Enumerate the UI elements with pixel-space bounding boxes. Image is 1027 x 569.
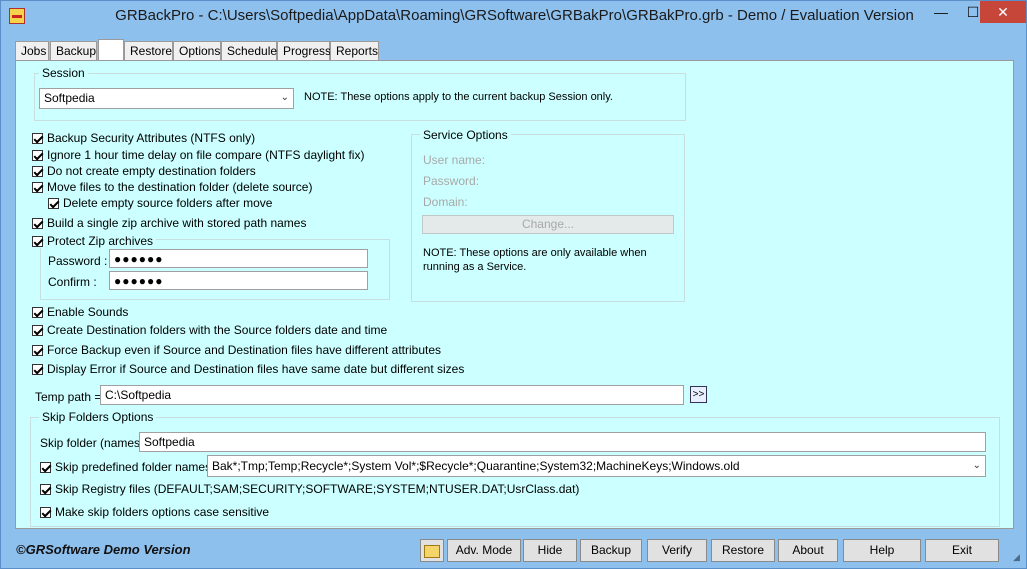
create-dest-date-checkbox[interactable]: Create Destination folders with the Sour… [32, 323, 387, 337]
checkbox-label: Delete empty source folders after move [63, 196, 273, 210]
force-backup-checkbox[interactable]: Force Backup even if Source and Destinat… [32, 343, 441, 357]
backup-button[interactable]: Backup [580, 539, 642, 562]
single-zip-checkbox[interactable]: Build a single zip archive with stored p… [32, 216, 306, 230]
change-service-button[interactable]: Change... [422, 215, 674, 234]
skip-folder-label: Skip folder (names): [40, 436, 148, 450]
skip-group-label: Skip Folders Options [39, 410, 157, 424]
checkbox-checked-icon [32, 324, 43, 336]
checkbox-label: Display Error if Source and Destination … [47, 362, 465, 376]
session-selected-value: Softpedia [44, 91, 95, 105]
checkbox-checked-icon [48, 197, 59, 209]
checkbox-label: Skip predefined folder names: [55, 460, 215, 474]
checkbox-label: Do not create empty destination folders [47, 164, 256, 178]
service-note: NOTE: These options are only available w… [423, 247, 647, 273]
tab-schedule[interactable]: Schedule [221, 41, 277, 60]
tab-options[interactable]: Options [173, 41, 221, 60]
tab-restore[interactable]: Restore [124, 41, 173, 60]
password-label: Password : [48, 254, 108, 268]
delete-empty-source-checkbox[interactable]: Delete empty source folders after move [48, 196, 272, 210]
session-group-label: Session [39, 66, 88, 80]
checkbox-checked-icon [40, 483, 51, 495]
resize-grip-icon[interactable]: ◢ [1013, 552, 1020, 563]
checkbox-label: Ignore 1 hour time delay on file compare… [47, 148, 365, 162]
checkbox-label: Build a single zip archive with stored p… [47, 216, 307, 230]
confirm-label: Confirm : [48, 275, 97, 289]
hide-button[interactable]: Hide [523, 539, 577, 562]
tab-progress[interactable]: Progress [277, 41, 331, 60]
service-group-label: Service Options [420, 128, 511, 142]
checkbox-label: Backup Security Attributes (NTFS only) [47, 131, 256, 145]
checkbox-label: Move files to the destination folder (de… [47, 180, 313, 194]
copyright-label: ©GRSoftware Demo Version [16, 542, 191, 557]
checkbox-checked-icon [32, 306, 43, 318]
checkbox-checked-icon [40, 506, 51, 518]
app-window: GRBackPro - C:\Users\Softpedia\AppData\R… [0, 0, 1027, 569]
checkbox-checked-icon [32, 165, 43, 177]
zip-confirm-field[interactable]: ●●●●●● [109, 271, 368, 290]
tab-jobs[interactable]: Jobs [15, 41, 49, 60]
skip-predefined-select[interactable]: Bak*;Tmp;Temp;Recycle*;System Vol*;$Recy… [207, 455, 986, 477]
temp-path-field[interactable]: C:\Softpedia [100, 385, 684, 405]
enable-sounds-checkbox[interactable]: Enable Sounds [32, 305, 128, 319]
checkbox-checked-icon [32, 132, 43, 144]
help-button[interactable]: Help [843, 539, 921, 562]
title-bar: GRBackPro - C:\Users\Softpedia\AppData\R… [1, 1, 1026, 31]
move-files-checkbox[interactable]: Move files to the destination folder (de… [32, 180, 312, 194]
checkbox-label: Make skip folders options case sensitive [55, 505, 270, 519]
checkbox-checked-icon [32, 235, 43, 247]
about-button[interactable]: About [778, 539, 838, 562]
tab-backup[interactable]: Backup [50, 41, 97, 60]
checkbox-checked-icon [32, 217, 43, 229]
service-password-label: Password: [423, 174, 480, 188]
checkbox-checked-icon [32, 363, 43, 375]
checkbox-label: Force Backup even if Source and Destinat… [47, 343, 442, 357]
restore-button[interactable]: Restore [711, 539, 775, 562]
minimize-button[interactable]: — [925, 1, 957, 23]
service-user-name-label: User name: [423, 153, 486, 167]
close-button[interactable]: ✕ [980, 1, 1026, 23]
tab-blank[interactable] [98, 39, 124, 60]
adv-mode-button[interactable]: Adv. Mode [447, 539, 521, 562]
session-select[interactable]: Softpedia ⌄ [39, 88, 294, 109]
session-note: NOTE: These options apply to the current… [304, 91, 613, 103]
temp-path-label: Temp path = [35, 390, 102, 404]
skip-predefined-value: Bak*;Tmp;Temp;Recycle*;System Vol*;$Recy… [212, 459, 740, 473]
options-panel: Session Softpedia ⌄ NOTE: These options … [15, 60, 1014, 529]
checkbox-label: Skip Registry files (DEFAULT;SAM;SECURIT… [55, 482, 580, 496]
service-domain-label: Domain: [423, 195, 468, 209]
verify-button[interactable]: Verify [647, 539, 707, 562]
checkbox-checked-icon [32, 149, 43, 161]
display-error-checkbox[interactable]: Display Error if Source and Destination … [32, 362, 464, 376]
checkbox-label: Protect Zip archives [47, 234, 154, 248]
no-empty-folders-checkbox[interactable]: Do not create empty destination folders [32, 164, 256, 178]
zip-password-field[interactable]: ●●●●●● [109, 249, 368, 268]
window-title: GRBackPro - C:\Users\Softpedia\AppData\R… [115, 7, 914, 24]
checkbox-checked-icon [40, 461, 51, 473]
backup-security-checkbox[interactable]: Backup Security Attributes (NTFS only) [32, 131, 255, 145]
folder-icon [424, 545, 440, 558]
checkbox-checked-icon [32, 344, 43, 356]
checkbox-checked-icon [32, 181, 43, 193]
checkbox-label: Create Destination folders with the Sour… [47, 323, 388, 337]
checkbox-label: Enable Sounds [47, 305, 129, 319]
chevron-down-icon: ⌄ [280, 92, 289, 103]
browse-temp-path-button[interactable]: >> [690, 386, 707, 403]
folder-icon-button[interactable] [420, 539, 444, 562]
skip-folder-field[interactable]: Softpedia [139, 432, 986, 452]
skip-predefined-checkbox[interactable]: Skip predefined folder names: [40, 460, 214, 474]
case-sensitive-checkbox[interactable]: Make skip folders options case sensitive [40, 505, 269, 519]
protect-zip-checkbox[interactable]: Protect Zip archives [32, 234, 157, 248]
skip-registry-checkbox[interactable]: Skip Registry files (DEFAULT;SAM;SECURIT… [40, 482, 579, 496]
chevron-down-icon: ⌄ [972, 460, 981, 471]
exit-button[interactable]: Exit [925, 539, 999, 562]
ignore-delay-checkbox[interactable]: Ignore 1 hour time delay on file compare… [32, 148, 364, 162]
tab-reports[interactable]: Reports [330, 41, 379, 60]
